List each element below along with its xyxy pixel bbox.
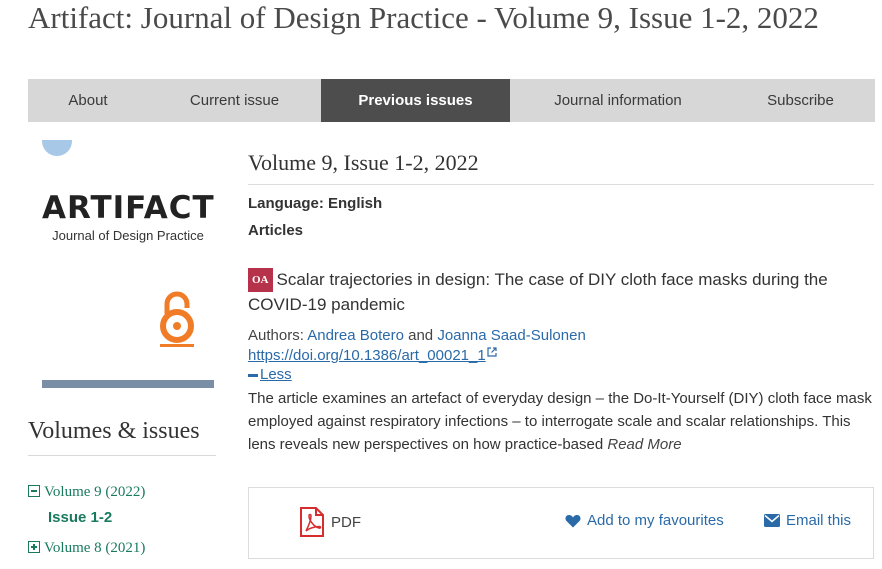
journal-cover-image[interactable]: ARTIFACT Journal of Design Practice (42, 140, 214, 390)
open-access-badge: OA (248, 268, 273, 292)
nav-item-about[interactable]: About (28, 79, 148, 122)
nav-item-current-issue[interactable]: Current issue (148, 79, 321, 122)
article-abstract: The article examines an artefact of ever… (248, 387, 874, 456)
add-to-favourites-button[interactable]: Add to my favourites (565, 512, 724, 529)
cover-strip (42, 380, 214, 388)
external-link-icon (487, 347, 497, 357)
issue-title: Volume 9, Issue 1-2, 2022 (248, 150, 874, 185)
heart-icon (565, 514, 581, 527)
abstract-text: The article examines an artefact of ever… (248, 390, 872, 453)
doi-line: https://doi.org/10.1386/art_00021_1 (248, 347, 874, 364)
minus-icon (248, 373, 258, 377)
authors-conjunction: and (408, 327, 434, 344)
nav-item-previous-issues[interactable]: Previous issues (321, 79, 510, 122)
pdf-label: PDF (331, 513, 361, 531)
doi-link[interactable]: https://doi.org/10.1386/art_00021_1 (248, 347, 486, 364)
article-title[interactable]: OA Scalar trajectories in design: The cas… (248, 268, 874, 316)
section-heading: Articles (248, 222, 304, 239)
volume-9-label: Volume 9 (2022) (44, 484, 146, 500)
author-link[interactable]: Andrea Botero (307, 327, 404, 344)
open-access-logo-icon (160, 291, 194, 347)
less-toggle[interactable]: Less (248, 366, 292, 383)
volume-9-toggle[interactable]: Volume 9 (2022) (28, 484, 145, 501)
authors-line: Authors: Andrea Botero and Joanna Saad-S… (248, 327, 874, 344)
nav-item-journal-information[interactable]: Journal information (510, 79, 726, 122)
authors-label: Authors: (248, 327, 304, 344)
nav-item-subscribe[interactable]: Subscribe (726, 79, 875, 122)
author-link[interactable]: Joanna Saad-Sulonen (437, 327, 585, 344)
email-this-button[interactable]: Email this (764, 512, 851, 529)
expand-icon (28, 541, 40, 553)
page-title: Artifact: Journal of Design Practice - V… (28, 0, 819, 35)
favourites-label: Add to my favourites (587, 512, 724, 529)
article-title-text[interactable]: Scalar trajectories in design: The case … (248, 270, 828, 314)
issue-content: Volume 9, Issue 1-2, 2022 Language: Engl… (248, 150, 874, 456)
collapse-icon (28, 485, 40, 497)
read-more-link[interactable]: Read More (607, 436, 681, 453)
email-label: Email this (786, 512, 852, 529)
volume-8-toggle[interactable]: Volume 8 (2021) (28, 540, 145, 557)
volume-8-label: Volume 8 (2021) (44, 540, 146, 556)
cover-decoration (42, 140, 72, 156)
article-actions: PDF Add to my favourites Email this (248, 487, 874, 559)
top-navigation: About Current issue Previous issues Jour… (28, 79, 875, 122)
envelope-icon (764, 514, 780, 527)
pdf-icon (300, 507, 324, 537)
pdf-download-button[interactable]: PDF (299, 502, 361, 542)
cover-title: ARTIFACT (42, 190, 214, 226)
volumes-heading: Volumes & issues (28, 418, 216, 456)
less-label: Less (260, 366, 292, 383)
language-label: Language: English (248, 195, 383, 212)
issue-1-2-link[interactable]: Issue 1-2 (48, 509, 112, 526)
cover-subtitle: Journal of Design Practice (52, 228, 204, 243)
